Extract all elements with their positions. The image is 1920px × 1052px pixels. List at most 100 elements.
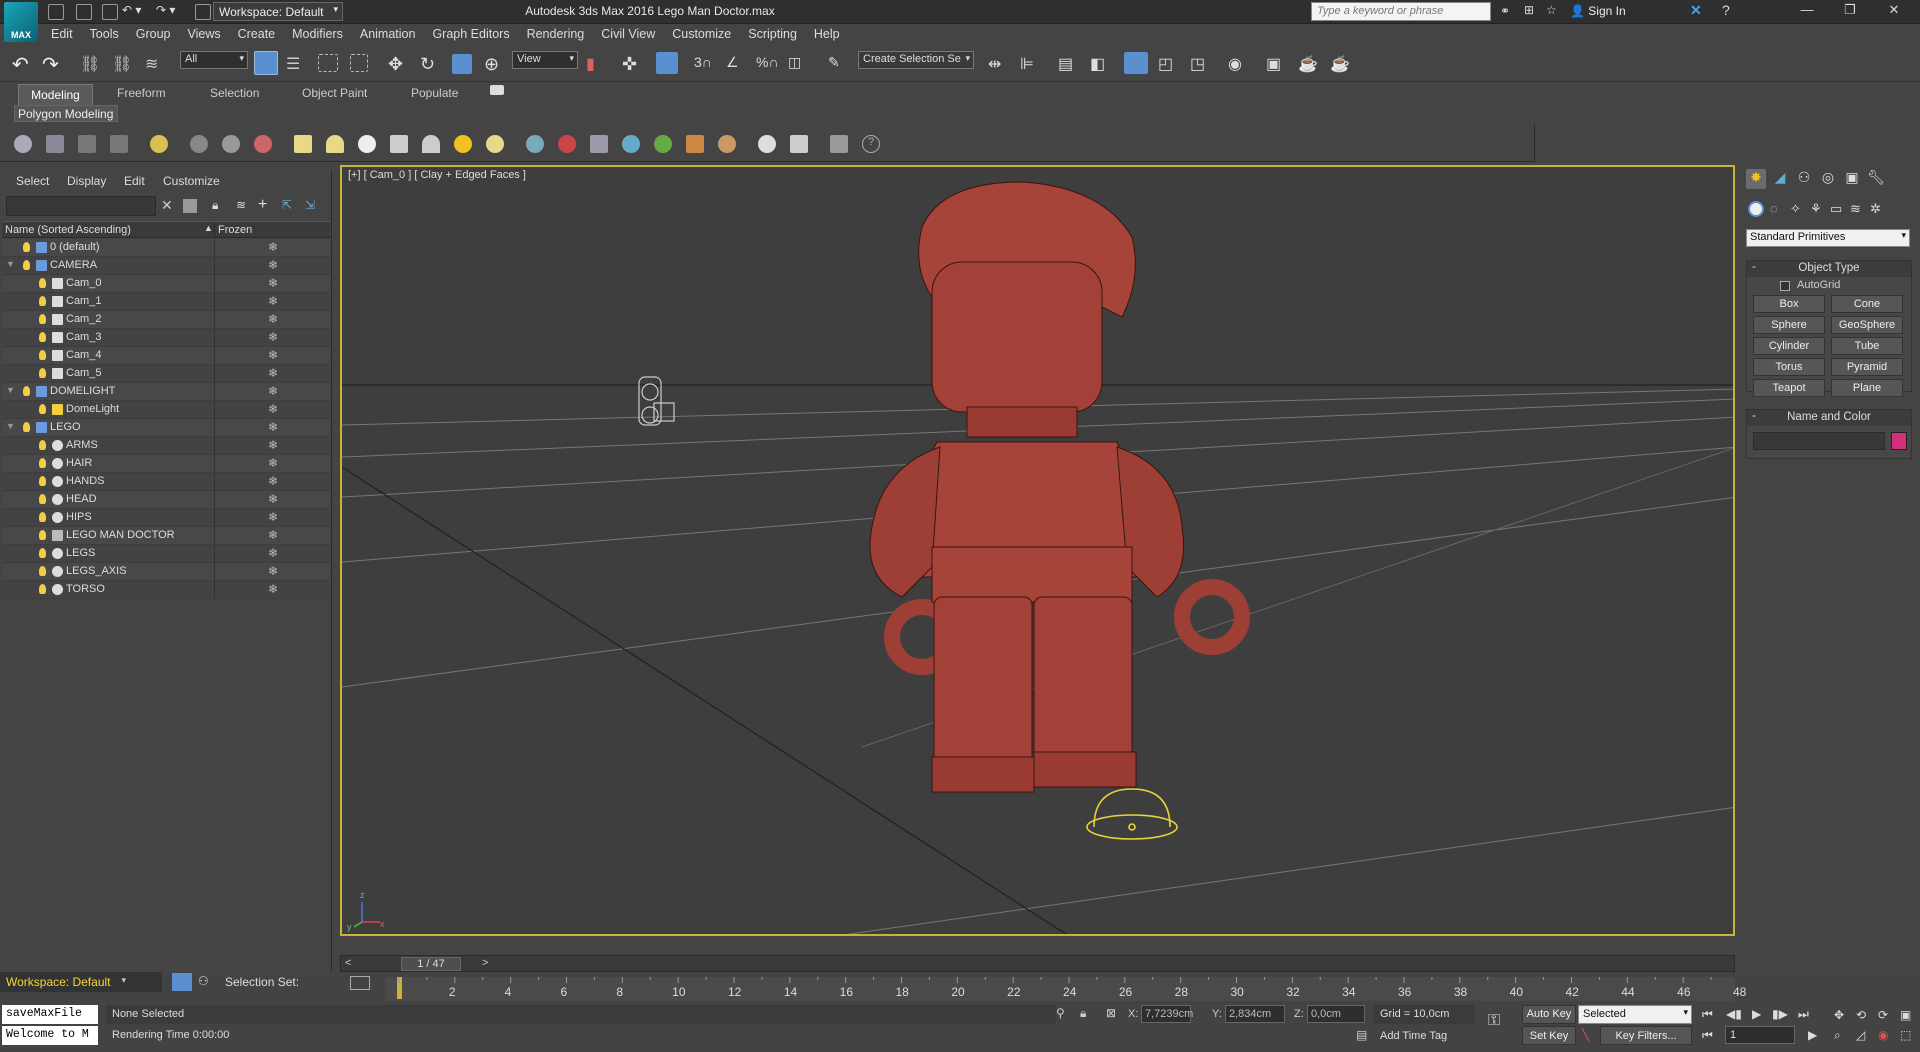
grid-icon[interactable] [110, 135, 128, 153]
material-editor-icon[interactable]: ◉ [1228, 54, 1250, 74]
menu-views[interactable]: Views [178, 24, 228, 41]
select-manipulate-icon[interactable]: ✜ [622, 54, 644, 74]
dome-primitive-icon[interactable] [326, 135, 344, 153]
zoom-icon[interactable]: ⌕ [1834, 1028, 1841, 1043]
layers-icon[interactable]: ◧ [1090, 54, 1112, 74]
menu-rendering[interactable]: Rendering [518, 24, 593, 41]
x-field[interactable]: 7,7239cm [1141, 1005, 1193, 1023]
ref-coord-dropdown[interactable]: View ▾ [512, 51, 578, 69]
explorer-row[interactable]: 0 (default) ❄ [2, 239, 330, 257]
explorer-row[interactable]: HEAD ❄ [2, 491, 330, 509]
helpers-icon[interactable]: ▭ [1830, 201, 1842, 217]
keyboard-shortcut-icon[interactable] [656, 52, 678, 74]
render-production-icon[interactable]: ☕ [1330, 54, 1352, 74]
visibility-bulb-icon[interactable] [39, 404, 46, 414]
frozen-toggle-icon[interactable]: ❄ [268, 366, 278, 380]
key-mode-icon[interactable]: ⚿ [1488, 1012, 1500, 1030]
frozen-toggle-icon[interactable]: ❄ [268, 510, 278, 524]
binoculars-icon[interactable]: ⚭ [1500, 4, 1510, 18]
script-icon[interactable] [830, 135, 848, 153]
time-tag-icon[interactable]: ▤ [1356, 1028, 1367, 1042]
dome-light-icon[interactable] [486, 135, 504, 153]
explorer-row[interactable]: ▼ CAMERA ❄ [2, 257, 330, 275]
name-color-header[interactable]: - Name and Color [1747, 410, 1911, 426]
explorer-menu-customize[interactable]: Customize [163, 174, 220, 188]
maxscript-output[interactable]: Welcome to M [2, 1026, 98, 1045]
tube-button[interactable]: Tube [1831, 337, 1903, 355]
isolate-selection-icon[interactable]: ⚲ [1056, 1006, 1065, 1020]
select-by-name-icon[interactable]: ☰ [286, 54, 308, 74]
space-warps-icon[interactable]: ≋ [1850, 201, 1861, 217]
schematic-view-icon[interactable]: ◳ [1190, 54, 1212, 74]
next-frame-icon[interactable]: ▮▶ [1772, 1007, 1788, 1021]
time-next-button[interactable]: > [482, 957, 488, 969]
explorer-row[interactable]: HANDS ❄ [2, 473, 330, 491]
zoom-extents-icon[interactable]: ⬚ [1900, 1028, 1911, 1042]
place-icon[interactable]: ⊕ [484, 54, 506, 74]
help-circle-icon[interactable]: ? [862, 135, 880, 153]
teapot-icon[interactable] [14, 135, 32, 153]
undo-icon[interactable]: ↶ [12, 52, 29, 77]
cameras-icon[interactable]: ⚘ [1810, 201, 1822, 217]
visibility-bulb-icon[interactable] [23, 242, 30, 252]
explorer-row[interactable]: ARMS ❄ [2, 437, 330, 455]
dome-light-gizmo[interactable] [1086, 788, 1178, 840]
hair-fur-icon[interactable] [686, 135, 704, 153]
pan-icon[interactable]: ✥ [1834, 1008, 1844, 1022]
add-time-tag[interactable]: Add Time Tag [1374, 1026, 1453, 1046]
close-button[interactable]: ✕ [1882, 2, 1906, 22]
expand-arrow-icon[interactable]: ▼ [6, 421, 15, 431]
visibility-bulb-icon[interactable] [39, 512, 46, 522]
explorer-row[interactable]: TORSO ❄ [2, 581, 330, 599]
half-sphere-icon[interactable] [222, 135, 240, 153]
go-to-start-icon[interactable]: ⏮ [1702, 1007, 1713, 1022]
systems-icon[interactable]: ✲ [1870, 201, 1881, 217]
hierarchy-tab-icon[interactable]: ⚇ [1794, 169, 1814, 189]
frozen-toggle-icon[interactable]: ❄ [268, 402, 278, 416]
visibility-bulb-icon[interactable] [39, 458, 46, 468]
box-button[interactable]: Box [1753, 295, 1825, 313]
star-icon[interactable]: ☆ [1546, 3, 1557, 17]
add-layer-icon[interactable]: + [258, 196, 267, 214]
expand-arrow-icon[interactable]: ▼ [6, 385, 15, 395]
time-prev-button[interactable]: < [345, 957, 351, 969]
explorer-row[interactable]: Cam_3 ❄ [2, 329, 330, 347]
frozen-toggle-icon[interactable]: ❄ [268, 564, 278, 578]
redo-icon[interactable]: ↷ [42, 52, 59, 77]
subscription-icon[interactable]: ⊞ [1524, 3, 1534, 17]
helper-icon[interactable] [190, 135, 208, 153]
visibility-bulb-icon[interactable] [39, 548, 46, 558]
layers-stack-icon[interactable]: ≋ [236, 198, 246, 212]
frozen-toggle-icon[interactable]: ❄ [268, 438, 278, 452]
visibility-bulb-icon[interactable] [39, 332, 46, 342]
z-field[interactable]: 0,0cm [1307, 1005, 1365, 1023]
explorer-row[interactable]: HAIR ❄ [2, 455, 330, 473]
frozen-toggle-icon[interactable]: ❄ [268, 348, 278, 362]
angle-snap-icon[interactable]: ∠ [726, 54, 748, 74]
sun-icon[interactable] [454, 135, 472, 153]
column-name-header[interactable]: Name (Sorted Ascending) [5, 224, 131, 236]
menu-group[interactable]: Group [127, 24, 179, 41]
rotate-icon[interactable]: ↻ [420, 54, 442, 74]
motion-tab-icon[interactable]: ◎ [1818, 169, 1838, 189]
teapot-button[interactable]: Teapot [1753, 379, 1825, 397]
molecule-icon[interactable] [558, 135, 576, 153]
tab-freeform[interactable]: Freeform [117, 86, 166, 100]
tab-modeling[interactable]: Modeling [18, 84, 93, 105]
frozen-toggle-icon[interactable]: ❄ [268, 384, 278, 398]
torus-button[interactable]: Torus [1753, 358, 1825, 376]
y-field[interactable]: 2,834cm [1225, 1005, 1285, 1023]
shapes-icon[interactable]: ◌ [1770, 201, 1778, 216]
frozen-toggle-icon[interactable]: ❄ [268, 582, 278, 596]
visibility-bulb-icon[interactable] [39, 476, 46, 486]
percent-snap-icon[interactable]: %∩ [756, 54, 779, 74]
visibility-bulb-icon[interactable] [39, 278, 46, 288]
track-bar[interactable]: 2 4 6 8 10 12 14 16 18 20 22 24 26 28 30 32 34 36 38 40 42 44… [385, 977, 1746, 1001]
mirror-icon[interactable]: ⇹ [988, 54, 1010, 74]
explorer-menu-edit[interactable]: Edit [124, 174, 145, 188]
object-name-input[interactable] [1753, 432, 1885, 450]
frozen-toggle-icon[interactable]: ❄ [268, 258, 278, 272]
snaps-toggle-icon[interactable]: 3∩ [694, 54, 716, 74]
move-icon[interactable]: ✥ [388, 54, 410, 74]
exchange-icon[interactable]: ✕ [1690, 2, 1702, 19]
